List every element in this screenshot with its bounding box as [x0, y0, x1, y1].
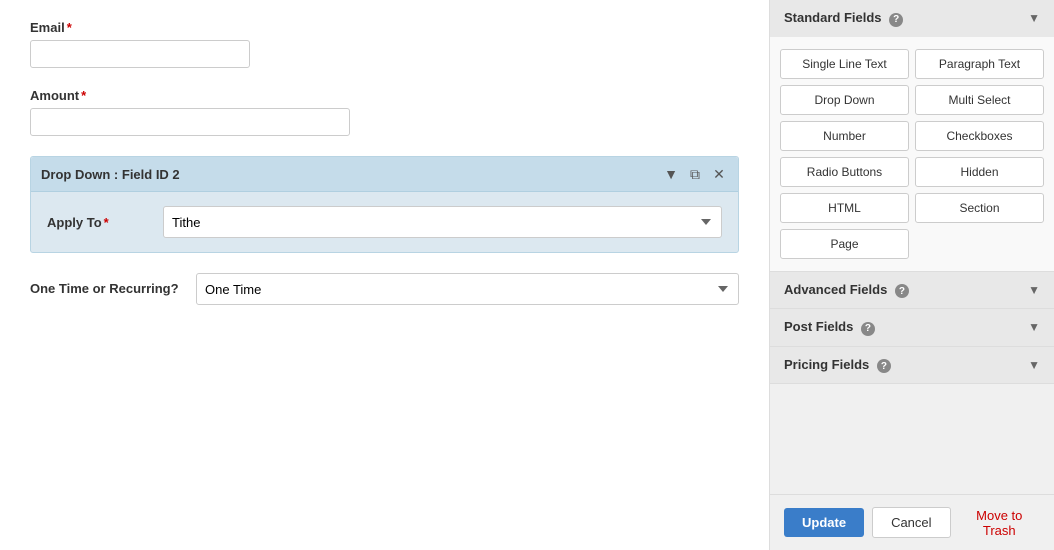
apply-to-select[interactable]: Tithe Offering Building Fund — [163, 206, 722, 238]
field-btn-single-line-text[interactable]: Single Line Text — [780, 49, 909, 79]
amount-label: Amount* — [30, 88, 739, 103]
field-btn-drop-down[interactable]: Drop Down — [780, 85, 909, 115]
onetime-row: One Time or Recurring? One Time Recurrin… — [30, 273, 739, 305]
field-btn-multi-select[interactable]: Multi Select — [915, 85, 1044, 115]
standard-fields-chevron: ▼ — [1028, 11, 1040, 25]
right-panel: Standard Fields ? ▼ Single Line Text Par… — [769, 0, 1054, 550]
collapse-icon[interactable]: ▼ — [662, 165, 680, 183]
post-fields-section: Post Fields ? ▼ — [770, 309, 1054, 347]
post-fields-title: Post Fields ? — [784, 319, 875, 336]
advanced-fields-section: Advanced Fields ? ▼ — [770, 272, 1054, 310]
field-card-title: Drop Down : Field ID 2 — [41, 167, 180, 182]
pricing-fields-title: Pricing Fields ? — [784, 357, 891, 374]
field-card-body: Apply To* Tithe Offering Building Fund — [31, 192, 738, 252]
advanced-fields-header[interactable]: Advanced Fields ? ▼ — [770, 272, 1054, 309]
field-btn-radio-buttons[interactable]: Radio Buttons — [780, 157, 909, 187]
advanced-fields-help-icon: ? — [895, 284, 909, 298]
email-required-star: * — [67, 20, 72, 35]
standard-fields-body: Single Line Text Paragraph Text Drop Dow… — [770, 37, 1054, 271]
post-fields-chevron: ▼ — [1028, 320, 1040, 334]
email-label: Email* — [30, 20, 739, 35]
field-card-actions: ▼ ⧉ ✕ — [662, 165, 728, 183]
amount-input[interactable] — [30, 108, 350, 136]
copy-icon[interactable]: ⧉ — [686, 165, 704, 183]
field-btn-number[interactable]: Number — [780, 121, 909, 151]
move-to-trash-button[interactable]: Move to Trash — [959, 508, 1040, 538]
pricing-fields-chevron: ▼ — [1028, 358, 1040, 372]
cancel-button[interactable]: Cancel — [872, 507, 950, 538]
advanced-fields-title: Advanced Fields ? — [784, 282, 909, 299]
standard-fields-grid: Single Line Text Paragraph Text Drop Dow… — [780, 49, 1044, 259]
field-btn-html[interactable]: HTML — [780, 193, 909, 223]
pricing-fields-header[interactable]: Pricing Fields ? ▼ — [770, 347, 1054, 384]
close-icon[interactable]: ✕ — [710, 165, 728, 183]
post-fields-header[interactable]: Post Fields ? ▼ — [770, 309, 1054, 346]
amount-required-star: * — [81, 88, 86, 103]
standard-fields-help-icon: ? — [889, 13, 903, 27]
field-btn-hidden[interactable]: Hidden — [915, 157, 1044, 187]
standard-fields-title: Standard Fields ? — [784, 10, 903, 27]
amount-field-row: Amount* — [30, 88, 739, 136]
field-btn-page[interactable]: Page — [780, 229, 909, 259]
field-btn-checkboxes[interactable]: Checkboxes — [915, 121, 1044, 151]
pricing-fields-help-icon: ? — [877, 359, 891, 373]
email-input[interactable] — [30, 40, 250, 68]
email-field-row: Email* — [30, 20, 739, 68]
onetime-select[interactable]: One Time Recurring — [196, 273, 739, 305]
advanced-fields-chevron: ▼ — [1028, 283, 1040, 297]
standard-fields-section: Standard Fields ? ▼ Single Line Text Par… — [770, 0, 1054, 272]
apply-to-row: Apply To* Tithe Offering Building Fund — [47, 206, 722, 238]
dropdown-field-card: Drop Down : Field ID 2 ▼ ⧉ ✕ Apply To* T… — [30, 156, 739, 253]
field-btn-section[interactable]: Section — [915, 193, 1044, 223]
field-card-header: Drop Down : Field ID 2 ▼ ⧉ ✕ — [31, 157, 738, 192]
update-button[interactable]: Update — [784, 508, 864, 537]
email-label-text: Email — [30, 20, 65, 35]
left-panel: Email* Amount* Drop Down : Field ID 2 ▼ … — [0, 0, 769, 550]
field-btn-paragraph-text[interactable]: Paragraph Text — [915, 49, 1044, 79]
amount-label-text: Amount — [30, 88, 79, 103]
standard-fields-header[interactable]: Standard Fields ? ▼ — [770, 0, 1054, 37]
pricing-fields-section: Pricing Fields ? ▼ — [770, 347, 1054, 385]
post-fields-help-icon: ? — [861, 322, 875, 336]
onetime-label: One Time or Recurring? — [30, 280, 180, 298]
apply-to-label: Apply To* — [47, 215, 147, 230]
action-bar: Update Cancel Move to Trash — [770, 494, 1054, 550]
